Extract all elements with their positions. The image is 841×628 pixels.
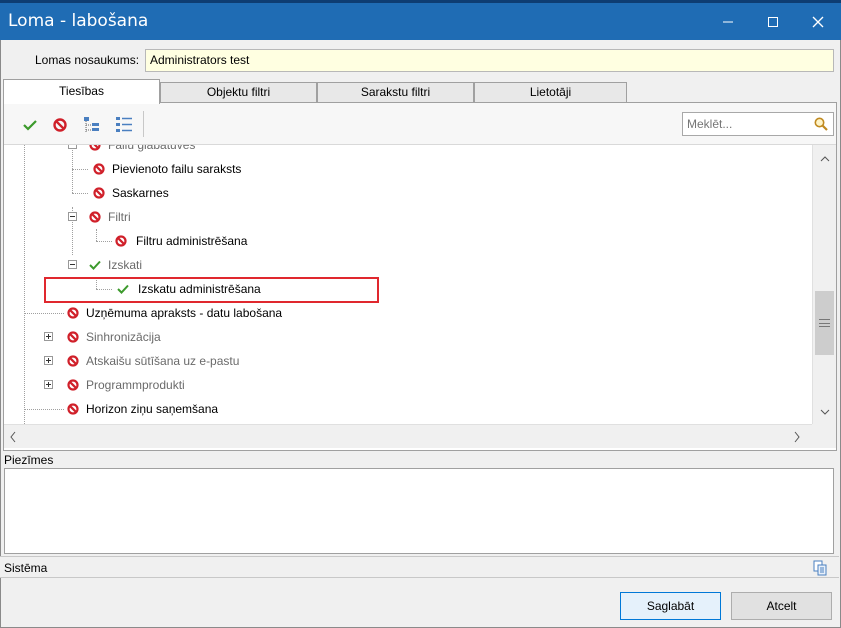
scroll-corner [812, 424, 836, 448]
tree-node-label: Failu glabātuves [108, 145, 196, 152]
close-icon [812, 16, 824, 28]
chevron-left-icon [10, 431, 16, 443]
collapse-tree-icon [116, 117, 132, 132]
deny-icon [67, 307, 79, 319]
chevron-right-icon [794, 431, 800, 443]
close-button[interactable] [795, 3, 841, 40]
deny-icon [93, 163, 105, 175]
toolbar-separator [143, 111, 144, 137]
deny-icon [53, 118, 67, 132]
tree-node-programmprodukti[interactable]: Programmprodukti [4, 373, 812, 397]
tree-node-filtru-administresana[interactable]: Filtru administrēšana [4, 229, 812, 253]
deny-icon [89, 145, 101, 151]
minimize-icon [723, 21, 733, 23]
tree-node-label: Programmprodukti [86, 378, 185, 392]
expand-tree-icon [84, 117, 99, 132]
deny-button[interactable] [50, 115, 70, 135]
expand-toggle[interactable] [44, 332, 53, 341]
tree-node-atskaisu-sutisana[interactable]: Atskaišu sūtīšana uz e-pastu [4, 349, 812, 373]
save-button[interactable]: Saglabāt [620, 592, 721, 620]
status-label: Sistēma [4, 561, 48, 575]
tree-node-label: Pievienoto failu saraksts [112, 162, 242, 176]
collapse-toggle[interactable] [68, 212, 77, 221]
scroll-thumb[interactable] [815, 291, 834, 355]
chevron-down-icon [820, 409, 829, 415]
window-title: Loma - labošana [8, 11, 149, 31]
minimize-button[interactable] [705, 3, 751, 40]
tab-sarakstu-filtri[interactable]: Sarakstu filtri [317, 82, 474, 103]
deny-icon [67, 355, 79, 367]
status-bar: Sistēma [0, 556, 839, 578]
grip-icon [819, 319, 830, 327]
tree-node-pievienoto-failu-saraksts[interactable]: Pievienoto failu saraksts [4, 157, 812, 181]
role-name-row: Lomas nosaukums: Administrators test [0, 49, 841, 73]
tree-node-label: Filtru administrēšana [136, 234, 248, 248]
scroll-right-button[interactable] [792, 427, 806, 445]
cancel-button[interactable]: Atcelt [731, 592, 832, 620]
tree-node-label: Sinhronizācija [86, 330, 161, 344]
expand-all-button[interactable] [82, 115, 102, 135]
maximize-button[interactable] [750, 3, 796, 40]
tree-node-label: Saskarnes [112, 186, 169, 200]
tree-node-sinhronizacija[interactable]: Sinhronizācija [4, 325, 812, 349]
tree-node-label: Izskati [108, 258, 143, 272]
expand-toggle[interactable] [44, 356, 53, 365]
role-name-field[interactable]: Administrators test [145, 49, 834, 72]
tree-node-failu-glabatuves[interactable]: Failu glabātuves [4, 145, 812, 157]
check-icon [89, 260, 101, 270]
deny-icon [93, 187, 105, 199]
search-box[interactable] [682, 112, 834, 136]
search-icon[interactable] [813, 116, 829, 132]
copy-icon[interactable] [812, 560, 828, 576]
tab-tiesibas[interactable]: Tiesības [3, 79, 160, 104]
collapse-all-button[interactable] [114, 115, 134, 135]
deny-icon [115, 235, 127, 247]
scroll-up-button[interactable] [813, 149, 836, 167]
tab-strip: Tiesības Objektu filtri Sarakstu filtri … [3, 79, 643, 104]
role-name-label: Lomas nosaukums: [35, 53, 140, 67]
tree-node-saskarnes[interactable]: Saskarnes [4, 181, 812, 205]
permissions-toolbar [4, 103, 836, 145]
chevron-up-icon [820, 156, 829, 162]
highlight-box [44, 277, 379, 303]
search-input[interactable] [685, 115, 805, 133]
title-bar: Loma - labošana [0, 0, 841, 40]
tree-node-label: Horizon ziņu saņemšana [86, 402, 219, 416]
collapse-toggle[interactable] [68, 260, 77, 269]
allow-button[interactable] [20, 115, 40, 135]
deny-icon [89, 211, 101, 223]
maximize-icon [768, 17, 778, 27]
tree-node-izskati[interactable]: Izskati [4, 253, 812, 277]
tree-node-label: Atskaišu sūtīšana uz e-pastu [86, 354, 240, 368]
vertical-scrollbar[interactable] [812, 145, 836, 424]
permissions-panel: Failu glabātuves Pievienoto failu saraks… [3, 102, 837, 451]
permissions-tree: Failu glabātuves Pievienoto failu saraks… [4, 145, 812, 424]
tree-node-label: Filtri [108, 210, 131, 224]
deny-icon [67, 379, 79, 391]
tree-node-horizon-zinu-sanemsana[interactable]: Horizon ziņu saņemšana [4, 397, 812, 421]
tree-node-uznemuma-apraksts[interactable]: Uzņēmuma apraksts - datu labošana [4, 301, 812, 325]
expand-toggle[interactable] [44, 380, 53, 389]
scroll-down-button[interactable] [813, 403, 836, 421]
check-icon [23, 120, 37, 131]
collapse-toggle[interactable] [68, 145, 77, 149]
notes-textarea[interactable] [4, 468, 834, 554]
tree-node-filtri[interactable]: Filtri [4, 205, 812, 229]
notes-label: Piezīmes [4, 453, 54, 467]
tree-node-label: Uzņēmuma apraksts - datu labošana [86, 306, 283, 320]
scroll-left-button[interactable] [8, 427, 22, 445]
tab-lietotaji[interactable]: Lietotāji [474, 82, 627, 103]
horizontal-scrollbar[interactable] [4, 424, 812, 448]
deny-icon [67, 331, 79, 343]
tab-objektu-filtri[interactable]: Objektu filtri [160, 82, 317, 103]
deny-icon [67, 403, 79, 415]
